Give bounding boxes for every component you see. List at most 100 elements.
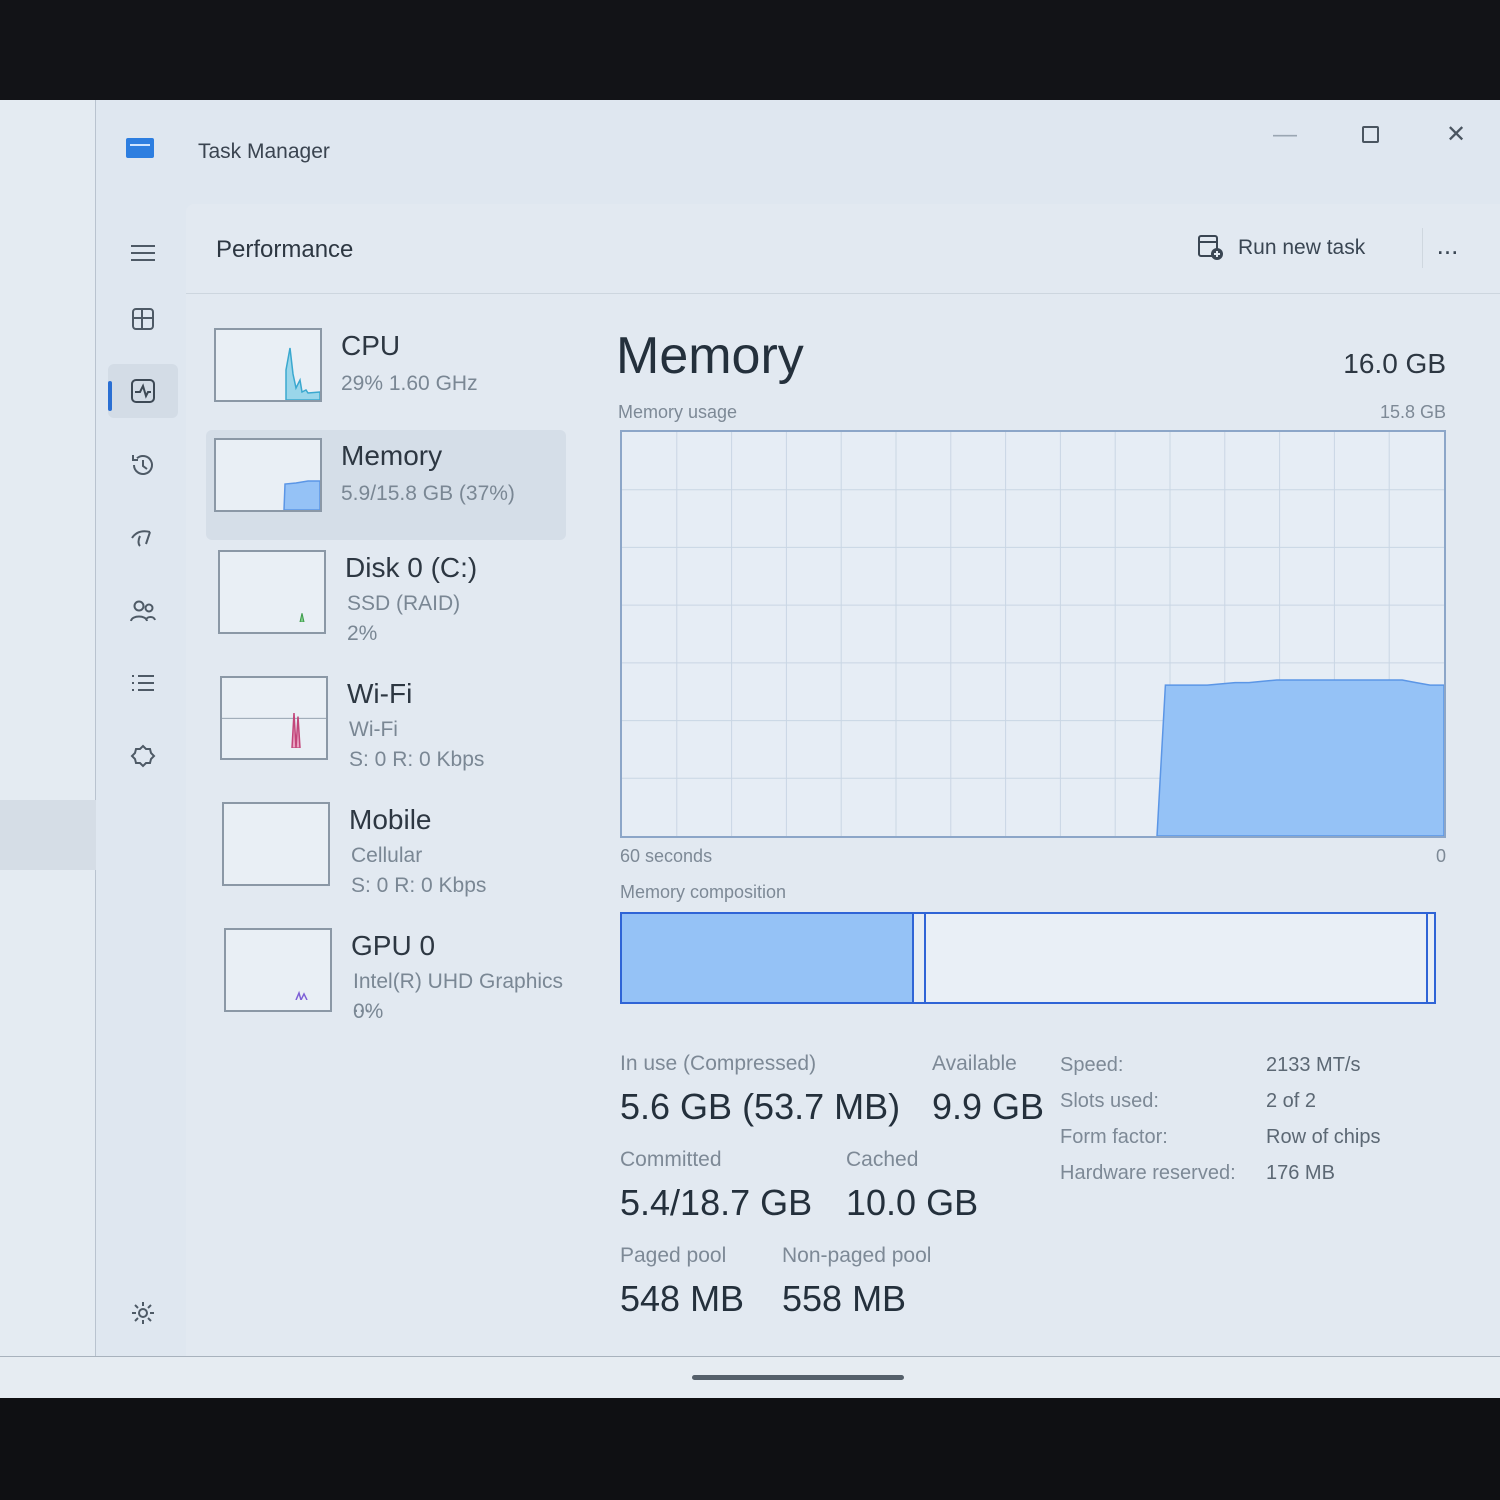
nav-processes[interactable] [108,292,178,346]
nav-settings[interactable] [108,1286,178,1340]
composition-modified-segment[interactable] [914,914,926,1002]
available-label: Available [932,1052,1017,1075]
task-manager-app-icon [126,138,154,158]
device-usage: 2% [347,622,378,645]
wifi-thumbnail-graph [220,676,328,760]
graph-axis-left-label: 60 seconds [620,846,713,866]
settings-icon [132,1302,154,1324]
speed-value: 2133 MT/s [1266,1054,1361,1076]
device-name: CPU [341,330,401,361]
graph-axis-right-label: 0 [1435,846,1446,866]
non-paged-pool-value: 558 MB [782,1278,907,1319]
device-usage: 0% [353,1000,384,1023]
details-icon [132,675,154,691]
startup-apps-icon [131,530,151,547]
device-detail: Cellular [351,844,423,867]
page-header: Performance Run new task ... [186,204,1500,294]
services-icon [130,744,156,768]
memory-usage-graph [620,430,1446,838]
background-window [0,100,96,1356]
gpu-thumbnail-graph [224,928,332,1012]
mobile-thumbnail-graph [222,802,330,886]
device-detail: Wi-Fi [349,718,398,741]
memory-usage-label: Memory usage [618,402,738,422]
memory-composition-label: Memory composition [620,882,787,902]
device-memory[interactable]: Memory 5.9/15.8 GB (37%) [206,430,566,540]
monitor-bezel-top [0,0,1500,100]
device-wifi[interactable]: Wi-Fi Wi-Fi S: 0 R: 0 Kbps [206,668,566,778]
nav-menu-button[interactable] [108,226,178,280]
page-title: Performance [216,236,354,263]
memory-composition-bar [620,912,1436,1004]
performance-icon [131,379,155,403]
device-name: Mobile [349,804,432,835]
window-title: Task Manager [198,140,330,163]
available-value: 9.9 GB [932,1086,1045,1127]
device-name: GPU 0 [351,930,436,961]
committed-value: 5.4/18.7 GB [620,1182,813,1223]
hardware-reserved-value: 176 MB [1266,1162,1335,1184]
title-bar: Task Manager — ✕ [96,100,1500,200]
hamburger-menu-icon [131,245,155,261]
device-detail: 29% 1.60 GHz [341,372,478,395]
slots-used-value: 2 of 2 [1266,1090,1317,1112]
device-disk[interactable]: Disk 0 (C:) SSD (RAID) 2% [206,542,566,652]
device-throughput: S: 0 R: 0 Kbps [349,748,485,771]
maximize-icon [1361,126,1379,143]
committed-label: Committed [620,1148,722,1171]
cached-value: 10.0 GB [846,1182,979,1223]
nav-startup-apps[interactable] [108,510,178,564]
form-factor-label: Form factor: [1060,1126,1168,1148]
maximize-button[interactable] [1345,118,1395,152]
paged-pool-value: 548 MB [620,1278,745,1319]
form-factor-value: Row of chips [1266,1126,1381,1148]
speed-label: Speed: [1060,1054,1124,1076]
performance-page: Performance Run new task ... CPU 29% 1.6… [186,204,1500,1356]
run-new-task-button[interactable]: Run new task [1196,228,1365,268]
non-paged-pool-label: Non-paged pool [782,1244,932,1267]
memory-usage-max: 15.8 GB [1379,402,1446,422]
users-icon [130,600,156,622]
screen: Task Manager — ✕ Performance Run new tas… [0,100,1500,1398]
device-mobile[interactable]: Mobile Cellular S: 0 R: 0 Kbps [206,794,566,904]
navigation-rail [96,200,186,1356]
nav-performance[interactable] [108,364,178,418]
composition-in-use-segment[interactable] [622,914,914,1002]
disk-thumbnail-graph [218,550,326,634]
memory-total: 16.0 GB [1343,348,1446,379]
slots-used-label: Slots used: [1060,1090,1159,1112]
memory-title: Memory [616,327,804,385]
in-use-label: In use (Compressed) [620,1052,817,1075]
monitor-bezel-bottom [0,1398,1500,1500]
device-detail: SSD (RAID) [347,592,461,615]
device-throughput: S: 0 R: 0 Kbps [351,874,487,897]
gesture-bar[interactable] [692,1375,904,1380]
more-options-button[interactable]: ... [1422,228,1472,268]
processes-icon [132,308,154,330]
close-button[interactable]: ✕ [1431,118,1481,152]
memory-usage-area [1156,679,1444,836]
device-name: Wi-Fi [347,678,413,709]
cpu-thumbnail-graph [214,328,322,402]
device-name: Disk 0 (C:) [345,552,478,583]
hardware-reserved-label: Hardware reserved: [1060,1162,1236,1184]
nav-services[interactable] [108,730,178,784]
device-name: Memory [341,440,443,471]
run-new-task-label: Run new task [1238,236,1366,259]
memory-thumbnail-graph [214,438,322,512]
device-detail: Intel(R) UHD Graphics ... [353,970,564,1017]
device-cpu[interactable]: CPU 29% 1.60 GHz [206,320,566,430]
app-history-icon [132,455,153,475]
device-gpu[interactable]: GPU 0 Intel(R) UHD Graphics ... 0% [206,920,566,1030]
composition-standby-boundary [1426,914,1428,1002]
nav-users[interactable] [108,584,178,638]
task-manager-window: Task Manager — ✕ Performance Run new tas… [96,100,1500,1356]
nav-app-history[interactable] [108,438,178,492]
in-use-value: 5.6 GB (53.7 MB) [620,1086,901,1127]
nav-details[interactable] [108,656,178,710]
run-new-task-icon [1198,235,1223,260]
paged-pool-label: Paged pool [620,1244,727,1267]
device-detail: 5.9/15.8 GB (37%) [341,482,515,505]
minimize-button[interactable]: — [1260,118,1310,152]
cached-label: Cached [846,1148,919,1171]
